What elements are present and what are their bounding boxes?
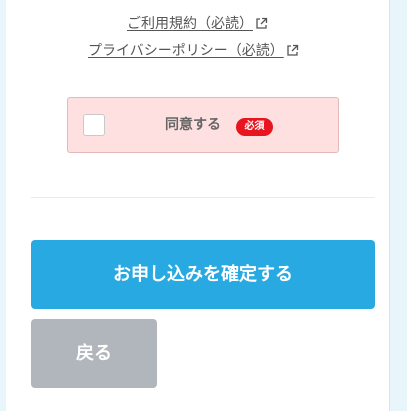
agreement-box[interactable]: 同意する 必須 <box>67 97 339 153</box>
right-frame-edge <box>389 0 407 411</box>
confirm-application-button[interactable]: お申し込みを確定する <box>31 240 375 309</box>
privacy-policy-link-label: プライバシーポリシー（必読） <box>88 43 284 59</box>
privacy-policy-link[interactable]: プライバシーポリシー（必読） <box>88 42 299 62</box>
divider <box>31 197 375 198</box>
application-form-footer: ご利用規約（必読） プライバシーポリシー（必読） 同意する 必須 お申し込みを確… <box>0 0 407 411</box>
left-frame-edge <box>0 0 6 411</box>
back-button[interactable]: 戻る <box>31 319 157 388</box>
agree-checkbox[interactable] <box>83 114 105 136</box>
external-link-icon <box>286 44 299 62</box>
agree-label: 同意する <box>165 117 221 133</box>
external-link-icon <box>255 17 268 35</box>
terms-link-label: ご利用規約（必読） <box>127 16 253 32</box>
terms-link[interactable]: ご利用規約（必読） <box>127 15 268 35</box>
required-badge: 必須 <box>236 118 273 136</box>
